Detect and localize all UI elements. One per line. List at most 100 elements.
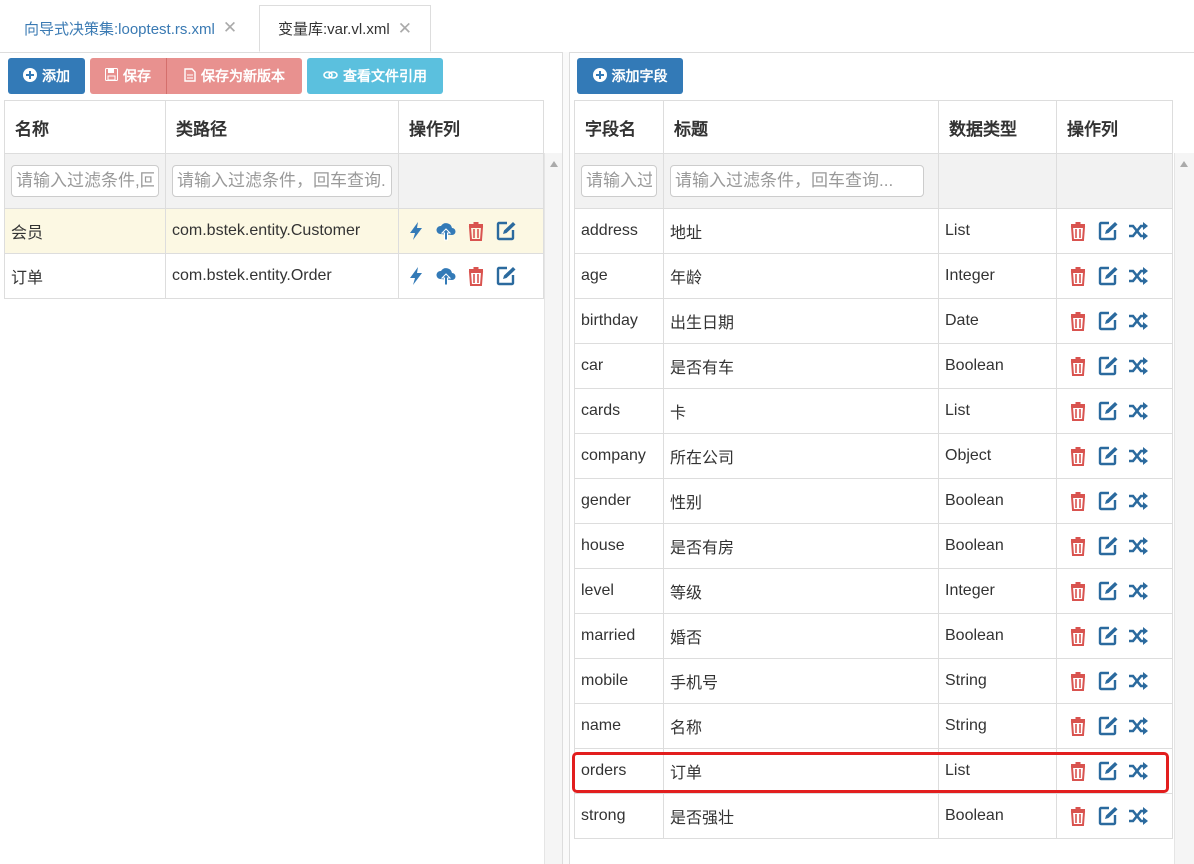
title-filter-input[interactable] <box>670 165 924 197</box>
table-row[interactable]: orders 订单 List <box>574 748 1173 794</box>
panel-splitter[interactable] <box>562 52 570 864</box>
shuffle-icon[interactable] <box>1127 625 1149 647</box>
shuffle-icon[interactable] <box>1127 535 1149 557</box>
save-button[interactable]: 保存 <box>90 58 166 94</box>
edit-icon[interactable] <box>1097 265 1119 287</box>
table-row[interactable]: age 年龄 Integer <box>574 253 1173 299</box>
shuffle-icon[interactable] <box>1127 580 1149 602</box>
title-cell: 婚否 <box>663 613 939 659</box>
shuffle-icon[interactable] <box>1127 490 1149 512</box>
shuffle-icon[interactable] <box>1127 220 1149 242</box>
right-scrollbar[interactable] <box>1174 153 1194 864</box>
data-type-cell: List <box>938 208 1057 254</box>
edit-icon[interactable] <box>1097 445 1119 467</box>
trash-icon[interactable] <box>1067 625 1089 647</box>
view-file-references-button[interactable]: 查看文件引用 <box>307 58 443 94</box>
column-header-title: 标题 <box>663 100 939 154</box>
left-scrollbar[interactable] <box>544 153 563 864</box>
title-cell: 地址 <box>663 208 939 254</box>
add-button[interactable]: 添加 <box>8 58 85 94</box>
edit-icon[interactable] <box>1097 355 1119 377</box>
plus-circle-icon <box>23 67 37 85</box>
tab-looptest[interactable]: 向导式决策集:looptest.rs.xml ✕ <box>6 5 256 51</box>
bolt-icon[interactable] <box>405 265 427 287</box>
add-field-button[interactable]: 添加字段 <box>577 58 683 94</box>
shuffle-icon[interactable] <box>1127 715 1149 737</box>
save-new-version-button[interactable]: 保存为新版本 <box>166 58 302 94</box>
cloud-upload-icon[interactable] <box>435 220 457 242</box>
link-icon <box>323 68 338 84</box>
table-row[interactable]: gender 性别 Boolean <box>574 478 1173 524</box>
bolt-icon[interactable] <box>405 220 427 242</box>
edit-icon[interactable] <box>1097 310 1119 332</box>
close-icon[interactable]: ✕ <box>223 18 237 38</box>
class-path-filter-input[interactable] <box>172 165 392 197</box>
trash-icon[interactable] <box>465 265 487 287</box>
name-filter-input[interactable] <box>11 165 159 197</box>
edit-icon[interactable] <box>1097 625 1119 647</box>
tab-var-library[interactable]: 变量库:var.vl.xml ✕ <box>259 5 431 52</box>
edit-icon[interactable] <box>1097 580 1119 602</box>
edit-icon[interactable] <box>1097 715 1119 737</box>
shuffle-icon[interactable] <box>1127 760 1149 782</box>
table-row[interactable]: 订单 com.bstek.entity.Order <box>4 253 544 299</box>
trash-icon[interactable] <box>1067 805 1089 827</box>
trash-icon[interactable] <box>1067 535 1089 557</box>
trash-icon[interactable] <box>1067 490 1089 512</box>
edit-icon[interactable] <box>1097 490 1119 512</box>
trash-icon[interactable] <box>1067 760 1089 782</box>
table-row[interactable]: 会员 com.bstek.entity.Customer <box>4 208 544 254</box>
trash-icon[interactable] <box>1067 310 1089 332</box>
table-row[interactable]: address 地址 List <box>574 208 1173 254</box>
edit-icon[interactable] <box>1097 220 1119 242</box>
table-row[interactable]: car 是否有车 Boolean <box>574 343 1173 389</box>
trash-icon[interactable] <box>1067 715 1089 737</box>
shuffle-icon[interactable] <box>1127 310 1149 332</box>
field-name-filter-input[interactable] <box>581 165 657 197</box>
table-row[interactable]: mobile 手机号 String <box>574 658 1173 704</box>
shuffle-icon[interactable] <box>1127 265 1149 287</box>
edit-icon[interactable] <box>495 265 517 287</box>
table-row[interactable]: birthday 出生日期 Date <box>574 298 1173 344</box>
trash-icon[interactable] <box>1067 670 1089 692</box>
floppy-icon <box>105 68 118 84</box>
shuffle-icon[interactable] <box>1127 670 1149 692</box>
table-row[interactable]: house 是否有房 Boolean <box>574 523 1173 569</box>
field-name-cell: cards <box>574 388 664 434</box>
table-row[interactable]: married 婚否 Boolean <box>574 613 1173 659</box>
trash-icon[interactable] <box>1067 265 1089 287</box>
edit-icon[interactable] <box>495 220 517 242</box>
scroll-up-icon[interactable] <box>550 161 558 167</box>
actions-cell <box>1056 613 1173 659</box>
data-type-cell: Boolean <box>938 613 1057 659</box>
edit-icon[interactable] <box>1097 400 1119 422</box>
trash-icon[interactable] <box>1067 400 1089 422</box>
trash-icon[interactable] <box>1067 220 1089 242</box>
shuffle-icon[interactable] <box>1127 355 1149 377</box>
shuffle-icon[interactable] <box>1127 400 1149 422</box>
field-name-cell: mobile <box>574 658 664 704</box>
scroll-up-icon[interactable] <box>1180 161 1188 167</box>
edit-icon[interactable] <box>1097 760 1119 782</box>
trash-icon[interactable] <box>1067 580 1089 602</box>
shuffle-icon[interactable] <box>1127 805 1149 827</box>
field-name-cell: company <box>574 433 664 479</box>
trash-icon[interactable] <box>1067 355 1089 377</box>
title-cell: 卡 <box>663 388 939 434</box>
edit-icon[interactable] <box>1097 805 1119 827</box>
cloud-upload-icon[interactable] <box>435 265 457 287</box>
edit-icon[interactable] <box>1097 535 1119 557</box>
edit-icon[interactable] <box>1097 670 1119 692</box>
column-header-field-name: 字段名 <box>574 100 664 154</box>
title-cell: 手机号 <box>663 658 939 704</box>
table-row[interactable]: level 等级 Integer <box>574 568 1173 614</box>
table-row[interactable]: strong 是否强壮 Boolean <box>574 793 1173 839</box>
trash-icon[interactable] <box>1067 445 1089 467</box>
trash-icon[interactable] <box>465 220 487 242</box>
close-icon[interactable]: ✕ <box>398 19 412 39</box>
table-row[interactable]: company 所在公司 Object <box>574 433 1173 479</box>
shuffle-icon[interactable] <box>1127 445 1149 467</box>
table-row[interactable]: name 名称 String <box>574 703 1173 749</box>
title-cell: 名称 <box>663 703 939 749</box>
table-row[interactable]: cards 卡 List <box>574 388 1173 434</box>
